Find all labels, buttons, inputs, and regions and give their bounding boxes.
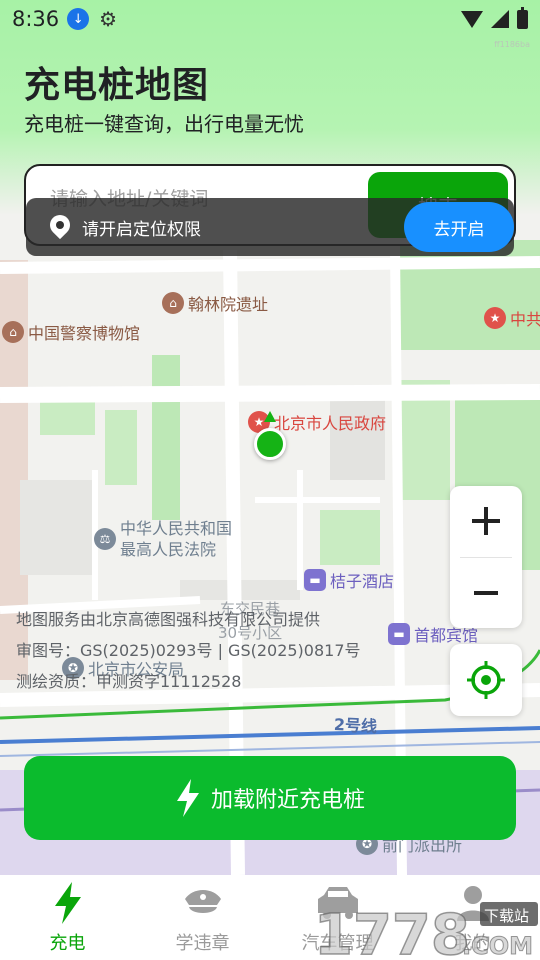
battery-icon <box>517 6 528 29</box>
poi-label: 翰林院遗址 <box>188 295 269 314</box>
download-icon: ↓ <box>67 8 90 30</box>
attribution-line: 测绘资质：甲测资字11112528 <box>16 672 242 691</box>
zoom-out-button[interactable] <box>450 558 522 628</box>
load-nearby-chargers-button[interactable]: 加载附近充电桩 <box>24 756 516 840</box>
bottom-nav: 充电 学违章 汽车管理 我的 <box>0 875 540 960</box>
poi-hanlin[interactable]: ⌂ 翰林院遗址 <box>162 291 268 315</box>
poi-police-museum[interactable]: ⌂ 中国警察博物馆 <box>2 320 140 344</box>
hotel-icon: ▬ <box>304 569 326 591</box>
minus-icon <box>474 591 498 595</box>
poi-zhong[interactable]: ★ 中共 <box>484 306 540 330</box>
gear-icon: ⚙ <box>99 7 118 31</box>
poi-label: 桔子酒店 <box>330 572 395 591</box>
status-time: 8:36 <box>12 7 60 31</box>
poi-label: 最高人民法院 <box>120 540 217 559</box>
plus-icon <box>472 507 500 535</box>
nav-label: 充电 <box>49 933 86 954</box>
nav-tab-car[interactable]: 汽车管理 <box>270 875 405 960</box>
status-bar: 8:36 ↓ ⚙ <box>0 0 540 38</box>
wifi-icon <box>461 10 483 28</box>
nav-label: 我的 <box>454 933 491 954</box>
star-icon: ★ <box>484 307 506 329</box>
poi-label: 中华人民共和国 <box>120 519 233 538</box>
poi-juzi-hotel[interactable]: ▬ 桔子酒店 <box>304 568 394 592</box>
zoom-control <box>450 486 522 628</box>
scale-icon: ⚖ <box>94 528 116 550</box>
hotel-icon: ▬ <box>388 623 410 645</box>
nav-label: 学违章 <box>175 933 230 954</box>
bolt-icon <box>54 882 81 924</box>
load-button-label: 加载附近充电桩 <box>210 788 365 813</box>
build-tag: ff1186ba <box>494 40 530 49</box>
heading-arrow-icon <box>264 411 276 422</box>
page-subtitle: 充电桩一键查询，出行电量无忧 <box>24 112 304 136</box>
nav-tab-violation[interactable]: 学违章 <box>135 875 270 960</box>
attribution-line: 审图号：GS(2025)0293号 | GS(2025)0817号 <box>16 641 361 660</box>
car-icon <box>317 887 358 919</box>
current-location-marker <box>254 428 286 460</box>
map-attribution: 地图服务由北京高德图强科技有限公司提供 审图号：GS(2025)0293号 | … <box>16 604 361 697</box>
attribution-line: 地图服务由北京高德图强科技有限公司提供 <box>16 610 321 629</box>
permission-text: 请开启定位权限 <box>82 219 201 240</box>
nav-label: 汽车管理 <box>301 933 374 954</box>
location-permission-bar: 请开启定位权限 去开启 <box>26 198 514 256</box>
metro-line-label: 2号线 <box>333 714 378 737</box>
poi-court[interactable]: ⚖ 中华人民共和国 最高人民法院 <box>94 518 232 560</box>
enable-location-button[interactable]: 去开启 <box>404 202 514 252</box>
police-cap-icon <box>184 890 221 913</box>
zoom-in-button[interactable] <box>450 486 522 556</box>
nav-tab-charge[interactable]: 充电 <box>0 875 135 960</box>
locate-me-button[interactable] <box>450 644 522 716</box>
crosshair-icon <box>467 661 505 699</box>
landmark-icon: ⌂ <box>162 292 184 314</box>
location-pin-icon <box>50 215 70 239</box>
page-title: 充电桩地图 <box>24 65 210 106</box>
museum-icon: ⌂ <box>2 321 24 343</box>
user-icon <box>456 886 489 921</box>
nav-tab-me[interactable]: 我的 <box>405 875 540 960</box>
poi-label: 北京市人民政府 <box>274 414 387 433</box>
poi-label: 中共 <box>510 310 540 329</box>
signal-icon <box>491 10 509 28</box>
poi-label: 中国警察博物馆 <box>28 324 141 343</box>
bolt-icon <box>176 779 199 817</box>
